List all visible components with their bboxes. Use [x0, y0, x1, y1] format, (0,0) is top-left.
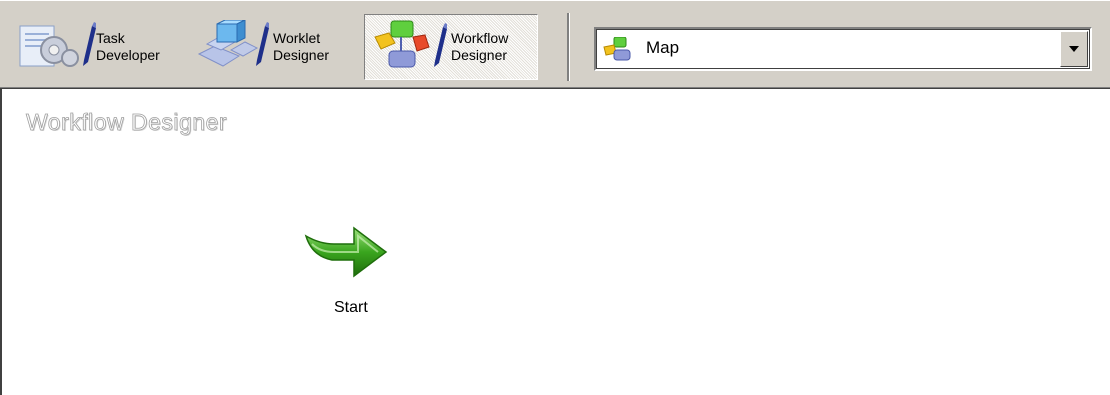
workflow-select-combo[interactable]: Map — [594, 27, 1092, 71]
start-label: Start — [334, 299, 368, 316]
worklet-designer-label: Worklet Designer — [273, 30, 330, 63]
task-developer-icon — [18, 20, 96, 75]
worklet-designer-icon — [195, 18, 273, 75]
designer-toolbar: Task Developer Worklet Designer Workflow… — [0, 0, 1110, 88]
workflow-designer-icon — [371, 19, 451, 76]
combo-dropdown-button[interactable] — [1060, 31, 1088, 67]
workflow-designer-button[interactable]: Workflow Designer — [364, 14, 538, 80]
map-icon — [602, 36, 642, 66]
workflow-canvas[interactable]: Workflow Designer Start — [0, 89, 1110, 395]
worklet-designer-button[interactable]: Worklet Designer — [195, 14, 355, 80]
task-developer-label: Task Developer — [96, 30, 160, 63]
combo-selected-value: Map — [646, 38, 680, 57]
start-task[interactable]: Start — [298, 222, 398, 332]
chevron-down-icon — [1069, 46, 1079, 52]
task-developer-button[interactable]: Task Developer — [18, 14, 183, 80]
workflow-designer-label: Workflow Designer — [451, 30, 509, 63]
canvas-title: Workflow Designer — [26, 109, 228, 136]
start-arrow-icon — [302, 222, 390, 291]
toolbar-separator — [567, 13, 570, 81]
